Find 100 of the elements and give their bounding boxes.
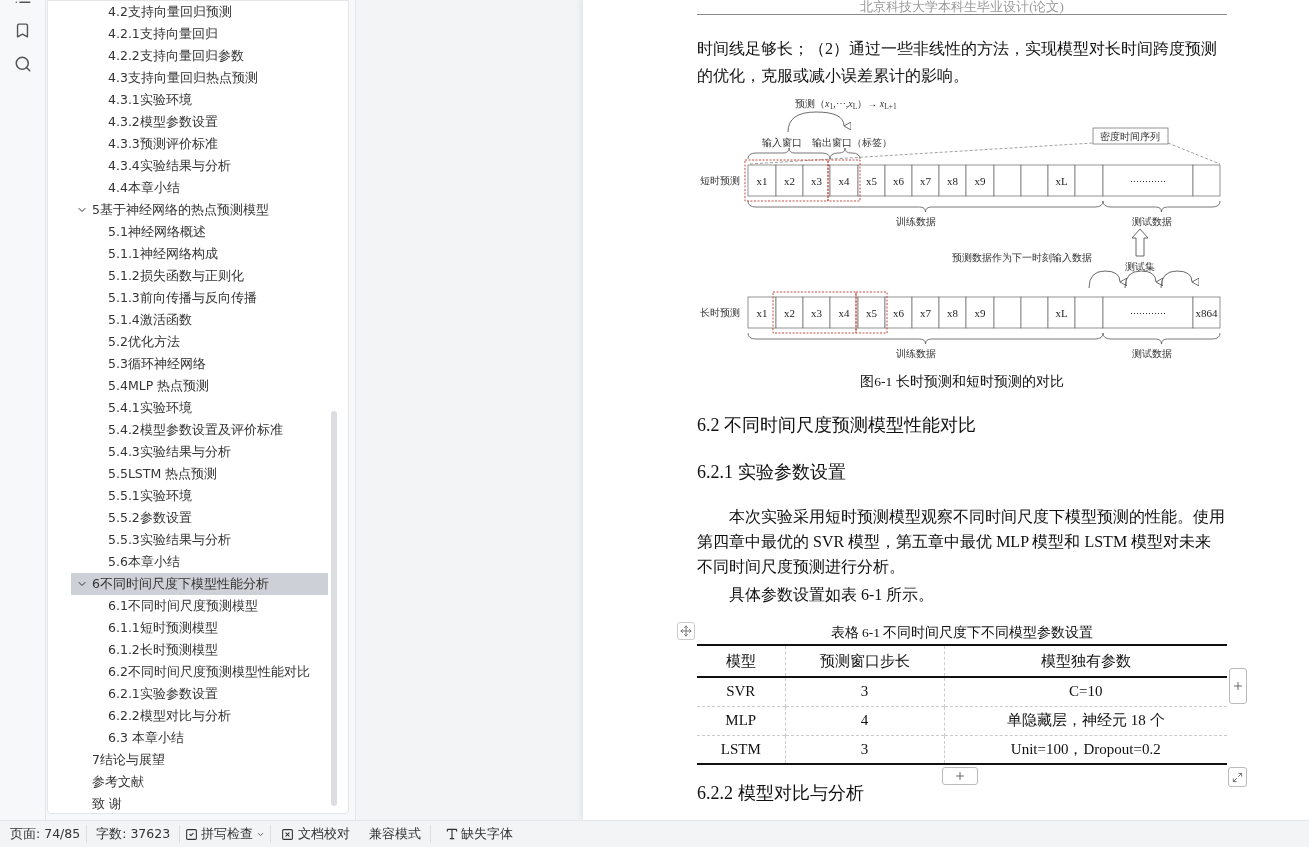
outline-item[interactable]: 5.1神经网络概述 [71, 221, 328, 243]
outline-item[interactable]: 7结论与展望 [71, 749, 328, 771]
add-row-button[interactable] [942, 767, 978, 785]
table-cell: 4 [785, 706, 944, 735]
outline-item[interactable]: 4.3支持向量回归热点预测 [71, 67, 328, 89]
outline-item[interactable]: 4.2.1支持向量回归 [71, 23, 328, 45]
add-column-button[interactable] [1229, 668, 1247, 704]
sequence-cell: x7 [911, 296, 939, 329]
sequence-cell: x3 [802, 164, 830, 197]
outline-item[interactable]: 5.5.3实验结果与分析 [71, 529, 328, 551]
sequence-cell: x5 [857, 164, 885, 197]
test-data-label: 测试数据 [1131, 216, 1172, 227]
outline-item[interactable]: 5.1.1神经网络构成 [71, 243, 328, 265]
outline-item[interactable]: 4.2.2支持向量回归参数 [71, 45, 328, 67]
outline-item[interactable]: 5.5.2参数设置 [71, 507, 328, 529]
table-cell: 3 [785, 677, 944, 706]
check-icon [185, 827, 199, 841]
series-label: 密度时间序列 [1099, 131, 1160, 142]
outline-item[interactable]: 5.6本章小结 [71, 551, 328, 573]
outline-item[interactable]: 5.1.3前向传播与反向传播 [71, 287, 328, 309]
test-set-label: 测试集 [1124, 261, 1155, 272]
outline-item[interactable]: 5.4.3实验结果与分析 [71, 441, 328, 463]
outline-item[interactable]: 5.4.1实验环境 [71, 397, 328, 419]
sequence-cell: ………… [1102, 164, 1193, 197]
row-label: 长时预测 [699, 307, 740, 318]
sequence-cell [1020, 296, 1048, 329]
sequence-cell: x1 [747, 164, 776, 197]
outline-item[interactable]: 参考文献 [71, 771, 328, 793]
outline-item[interactable]: 4.2支持向量回归预测 [71, 1, 328, 23]
sequence-cell: x6 [884, 296, 912, 329]
sequence-cell [993, 164, 1021, 197]
bookmark-icon[interactable] [14, 22, 31, 39]
outline-item[interactable]: 6.1不同时间尺度预测模型 [71, 595, 328, 617]
outline-item[interactable]: 5.1.4激活函数 [71, 309, 328, 331]
outline-item[interactable]: 4.3.4实验结果与分析 [71, 155, 328, 177]
outline-item[interactable]: 5.5LSTM 热点预测 [71, 463, 328, 485]
outline-item[interactable]: 5.2优化方法 [71, 331, 328, 353]
sequence-cell: x6 [884, 164, 912, 197]
row-label: 短时预测 [699, 175, 740, 186]
move-handle-icon[interactable] [677, 622, 695, 640]
table-cell: C=10 [944, 677, 1227, 706]
outline-item[interactable]: 6.2.1实验参数设置 [71, 683, 328, 705]
outline-item[interactable]: 5.3循环神经网络 [71, 353, 328, 375]
outline-item[interactable]: 6.1.1短时预测模型 [71, 617, 328, 639]
sequence-cell [1074, 164, 1103, 197]
outline-item[interactable]: 6.2不同时间尺度预测模型性能对比 [71, 661, 328, 683]
table-caption: 表格 6-1 不同时间尺度下不同模型参数设置 [829, 624, 1095, 642]
outline-item[interactable]: 5.5.1实验环境 [71, 485, 328, 507]
sequence-cell [1074, 296, 1103, 329]
body-paragraph: 时间线足够长；（2）通过一些非线性的方法，实现模型对长时间跨度预测的优化，克服或减小误差累计的影响。 [697, 39, 1218, 86]
compat-mode[interactable]: 兼容模式 [360, 824, 432, 844]
outline-item[interactable]: 4.4本章小结 [71, 177, 328, 199]
up-arrow [1131, 228, 1148, 257]
train-data-label: 训练数据 [895, 348, 936, 359]
input-window-label: 输入窗口 [761, 137, 802, 148]
sequence-cell: x1 [747, 296, 776, 329]
document-x-icon [281, 827, 295, 841]
outline-item[interactable]: 4.3.2模型参数设置 [71, 111, 328, 133]
formula-text: 预测（x$_{1}$,⋯,x$_{L}$）→ x$_{L+1}$ [794, 98, 897, 111]
outline-item[interactable]: 5.1.2损失函数与正则化 [71, 265, 328, 287]
word-count[interactable]: 字数: 37623 [87, 824, 181, 844]
outline-item[interactable]: 5.4MLP 热点预测 [71, 375, 328, 397]
spell-check-button[interactable]: 拼写检查 [180, 824, 272, 844]
table-cell: MLP [697, 706, 785, 735]
outline-item[interactable]: 6.2.2模型对比与分析 [71, 705, 328, 727]
sequence-cell [993, 296, 1021, 329]
resize-handle[interactable] [1228, 767, 1247, 787]
sequence-cell: x4 [829, 164, 858, 197]
scrollbar-thumb[interactable] [331, 411, 337, 806]
sequence-cell: x8 [938, 164, 966, 197]
sequence-cell: x9 [965, 164, 994, 197]
outline-item[interactable]: 6.3 本章小结 [71, 727, 328, 749]
sequence-cell: xL [1047, 296, 1075, 329]
proofread-button[interactable]: 文档校对 [271, 824, 361, 844]
font-icon [445, 827, 460, 841]
page-indicator[interactable]: 页面: 74/85 [10, 824, 88, 844]
missing-fonts-button[interactable]: 缺失字体 [431, 824, 528, 844]
sequence-cell [1192, 164, 1220, 197]
resize-icon [1232, 771, 1243, 783]
column-header: 模型独有参数 [944, 645, 1227, 677]
sequence-cell: x864 [1192, 296, 1220, 329]
outline-item[interactable]: 6.1.2长时预测模型 [71, 639, 328, 661]
plus-icon [1232, 680, 1244, 692]
search-icon[interactable] [13, 55, 32, 73]
sequence-cell: xL [1047, 164, 1075, 197]
sequence-cell: x2 [775, 164, 803, 197]
outline-item[interactable]: 4.3.3预测评价标准 [71, 133, 328, 155]
outline-item[interactable]: 5.4.2模型参数设置及评价标准 [71, 419, 328, 441]
table-cell: 3 [785, 735, 944, 764]
outline-item[interactable]: 6不同时间尺度下模型性能分析 [71, 573, 328, 595]
subsection-heading: 6.2.2 模型对比与分析 [697, 782, 865, 805]
body-paragraph: 本次实验采用短时预测模型观察不同时间尺度下模型预测的性能。使用第四章中最优的 SVR 模型，第五章中最优 MLP 模型和 LSTM 模型对未来不同时间尺度预测进行分析。 [697, 507, 1226, 577]
feedback-label: 预测数据作为下一时刻输入数据 [951, 252, 1092, 263]
outline-item[interactable]: 4.3.1实验环境 [71, 89, 328, 111]
outline-item[interactable]: 5基于神经网络的热点预测模型 [71, 199, 328, 221]
subsection-heading: 6.2.1 实验参数设置 [697, 461, 847, 484]
column-header: 预测窗口步长 [785, 645, 944, 677]
test-data-label: 测试数据 [1131, 348, 1172, 359]
outline-item[interactable]: 致 谢 [71, 793, 328, 815]
page-header: 北京科技大学本科生毕业设计(论文) [697, 0, 1227, 15]
